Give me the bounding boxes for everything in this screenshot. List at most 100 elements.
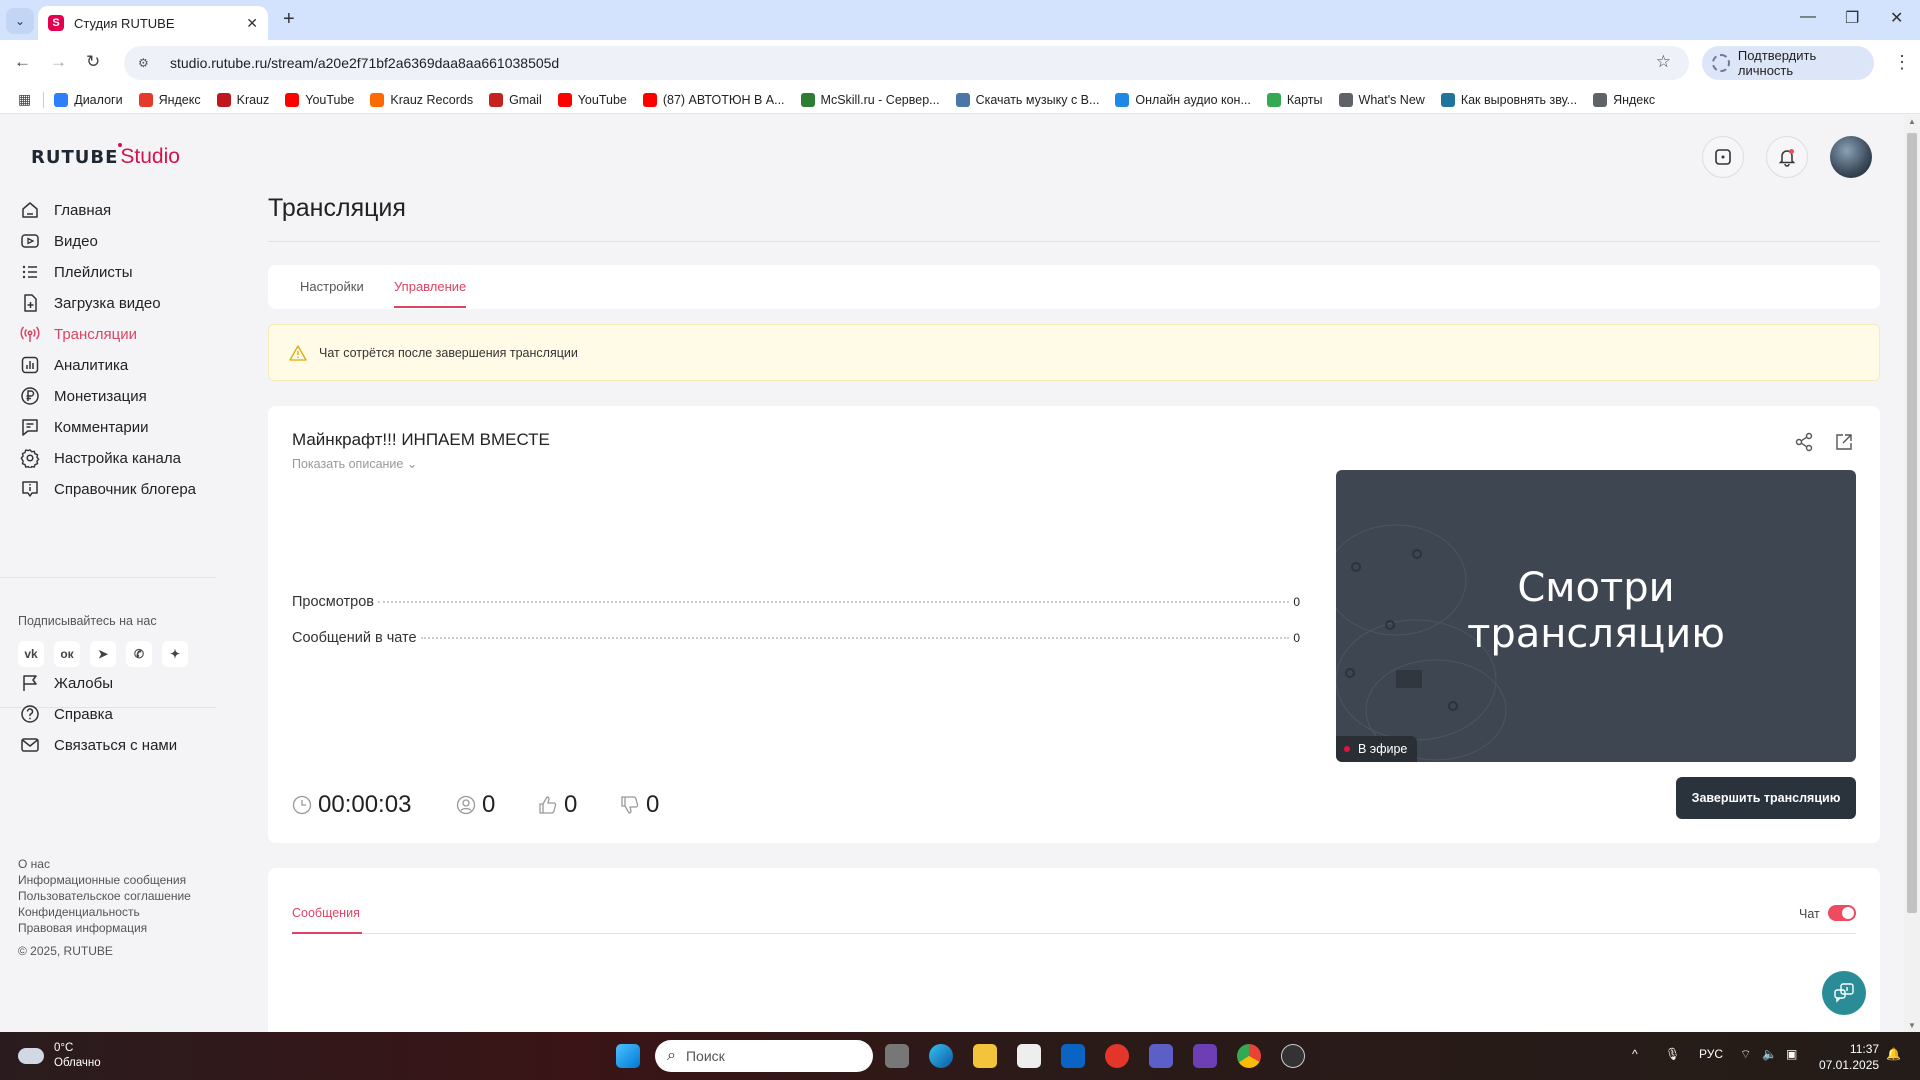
viber-icon[interactable]: ✆ bbox=[126, 641, 152, 667]
bookmark-item[interactable]: YouTube bbox=[285, 92, 354, 107]
scrollbar-thumb[interactable] bbox=[1907, 133, 1917, 913]
bookmark-item[interactable]: Krauz Records bbox=[370, 92, 473, 107]
bookmark-item[interactable]: Скачать музыку с В... bbox=[955, 92, 1099, 107]
edge-icon[interactable] bbox=[929, 1044, 953, 1068]
reload-icon[interactable]: ↻ bbox=[86, 52, 100, 72]
bookmark-label: What's New bbox=[1358, 92, 1425, 107]
sidebar-item-info[interactable]: Справочник блогера bbox=[20, 476, 196, 502]
bookmark-item[interactable]: Карты bbox=[1266, 92, 1323, 107]
notification-center-icon[interactable]: 🔔 bbox=[1886, 1047, 1901, 1061]
footer-link[interactable]: Правовая информация bbox=[18, 920, 191, 936]
ruble-icon bbox=[20, 386, 40, 406]
bookmark-item[interactable]: YouTube bbox=[557, 92, 627, 107]
sidebar-item-gear[interactable]: Настройка канала bbox=[20, 445, 181, 471]
bookmark-item[interactable]: Яндекс bbox=[138, 92, 201, 107]
bookmark-item[interactable]: What's New bbox=[1338, 92, 1425, 107]
sidebar-item-analytics[interactable]: Аналитика bbox=[20, 352, 128, 378]
search-placeholder: Поиск bbox=[685, 1048, 725, 1064]
bookmark-item[interactable]: McSkill.ru - Сервер... bbox=[800, 92, 940, 107]
new-tab-button[interactable]: + bbox=[283, 8, 295, 31]
sidebar-item-playlist[interactable]: Плейлисты bbox=[20, 259, 133, 285]
ok-icon[interactable]: ок bbox=[54, 641, 80, 667]
show-description-toggle[interactable]: Показать описание ⌄ bbox=[292, 456, 417, 471]
footer-link[interactable]: О нас bbox=[18, 856, 191, 872]
minimize-icon[interactable]: — bbox=[1800, 8, 1816, 26]
sidebar-item-broadcast[interactable]: Трансляции bbox=[20, 321, 137, 347]
bookmark-item[interactable]: (87) АВТОТЮН В А... bbox=[642, 92, 785, 107]
bookmark-item[interactable]: Диалоги bbox=[54, 92, 123, 107]
outlook-icon[interactable] bbox=[1061, 1044, 1085, 1068]
sidebar-item-upload[interactable]: Загрузка видео bbox=[20, 290, 161, 316]
bookmark-item[interactable]: Krauz bbox=[216, 92, 269, 107]
system-clock[interactable]: 11:37 07.01.2025 bbox=[1819, 1041, 1879, 1073]
forward-icon[interactable]: → bbox=[50, 52, 67, 72]
support-chat-button[interactable] bbox=[1822, 971, 1866, 1015]
weather-widget[interactable]: 0°C Облачно bbox=[18, 1041, 101, 1071]
bookmark-star-icon[interactable]: ☆ bbox=[1656, 52, 1671, 72]
scroll-down-icon[interactable]: ▼ bbox=[1908, 1021, 1916, 1030]
tab-messages[interactable]: Сообщения bbox=[292, 906, 360, 920]
share-button[interactable] bbox=[1794, 432, 1814, 452]
bookmark-item[interactable]: Как выровнять зву... bbox=[1440, 92, 1577, 107]
sidebar-item-comment[interactable]: Комментарии bbox=[20, 414, 148, 440]
store-icon[interactable] bbox=[1017, 1044, 1041, 1068]
bookmark-item[interactable]: Онлайн аудио кон... bbox=[1115, 92, 1251, 107]
verify-identity-button[interactable]: Подтвердить личность bbox=[1702, 46, 1874, 80]
browser-menu-icon[interactable]: ⋮ bbox=[1893, 52, 1911, 73]
chrome-icon[interactable] bbox=[1237, 1044, 1261, 1068]
chat-toggle[interactable] bbox=[1828, 905, 1856, 921]
teams-icon[interactable] bbox=[1149, 1044, 1173, 1068]
footer-link[interactable]: Информационные сообщения bbox=[18, 872, 191, 888]
rutube-studio-logo[interactable]: RUTUBE Studio bbox=[31, 143, 180, 169]
close-tab-icon[interactable]: ✕ bbox=[246, 15, 258, 32]
chat-toggle-label: Чат bbox=[1799, 907, 1820, 921]
volume-icon[interactable]: 🔈 bbox=[1762, 1047, 1777, 1061]
language-indicator[interactable]: РУС bbox=[1699, 1047, 1723, 1061]
footer-link[interactable]: Конфиденциальность bbox=[18, 904, 191, 920]
url-bar[interactable]: ⚙ studio.rutube.ru/stream/a20e2f71bf2a63… bbox=[124, 46, 1689, 80]
app-launcher-icon[interactable] bbox=[1193, 1044, 1217, 1068]
sidebar-item-help[interactable]: Справка bbox=[20, 701, 113, 727]
sparkle-icon[interactable]: ✦ bbox=[162, 641, 188, 667]
search-icon: ⌕ bbox=[667, 1047, 676, 1064]
user-avatar[interactable] bbox=[1830, 136, 1872, 178]
tab-search-button[interactable]: ⌄ bbox=[6, 8, 34, 34]
notifications-button[interactable] bbox=[1766, 136, 1808, 178]
start-icon[interactable] bbox=[616, 1044, 640, 1068]
network-status-icon[interactable]: ▣ bbox=[1786, 1047, 1797, 1061]
file-explorer-icon[interactable] bbox=[973, 1044, 997, 1068]
sidebar-item-ruble[interactable]: Монетизация bbox=[20, 383, 147, 409]
site-settings-icon[interactable]: ⚙ bbox=[138, 56, 156, 70]
close-window-icon[interactable]: ✕ bbox=[1890, 8, 1903, 28]
open-external-button[interactable] bbox=[1834, 432, 1854, 452]
back-icon[interactable]: ← bbox=[14, 52, 31, 72]
taskbar-search[interactable]: ⌕ Поиск bbox=[655, 1040, 873, 1072]
microphone-icon[interactable]: 🎙 bbox=[1665, 1047, 1680, 1061]
url-text[interactable]: studio.rutube.ru/stream/a20e2f71bf2a6369… bbox=[170, 55, 559, 71]
bookmark-item[interactable]: Яндекс bbox=[1593, 92, 1655, 107]
footer-link[interactable]: Пользовательское соглашение bbox=[18, 888, 191, 904]
scroll-up-icon[interactable]: ▲ bbox=[1908, 117, 1916, 126]
page-scrollbar[interactable]: ▲ ▼ bbox=[1904, 115, 1920, 1032]
end-stream-button[interactable]: Завершить трансляцию bbox=[1676, 777, 1856, 819]
sidebar-item-mail[interactable]: Связаться с нами bbox=[20, 732, 177, 758]
sidebar-item-home[interactable]: Главная bbox=[20, 197, 111, 223]
tab-settings[interactable]: Настройки bbox=[300, 279, 364, 294]
obs-icon[interactable] bbox=[1281, 1044, 1305, 1068]
sidebar-item-video[interactable]: Видео bbox=[20, 228, 98, 254]
tray-expand-icon[interactable]: ^ bbox=[1632, 1047, 1638, 1061]
bookmark-item[interactable]: Gmail bbox=[489, 92, 542, 107]
telegram-icon[interactable]: ➤ bbox=[90, 641, 116, 667]
restore-icon[interactable]: ❐ bbox=[1845, 8, 1859, 28]
vk-icon[interactable]: vk bbox=[18, 641, 44, 667]
apps-icon[interactable]: ▦ bbox=[18, 91, 31, 108]
sidebar-item-flag[interactable]: Жалобы bbox=[20, 670, 113, 696]
browser-tab[interactable]: S Студия RUTUBE ✕ bbox=[38, 6, 268, 40]
tab-management[interactable]: Управление bbox=[394, 279, 466, 294]
youtube-icon bbox=[285, 92, 300, 107]
stream-preview-player[interactable]: Смотри трансляцию В эфире bbox=[1336, 470, 1856, 762]
task-view-icon[interactable] bbox=[885, 1044, 909, 1068]
create-button[interactable] bbox=[1702, 136, 1744, 178]
wifi-icon[interactable]: ⌔ bbox=[1740, 1047, 1751, 1062]
yandex-browser-icon[interactable] bbox=[1105, 1044, 1129, 1068]
